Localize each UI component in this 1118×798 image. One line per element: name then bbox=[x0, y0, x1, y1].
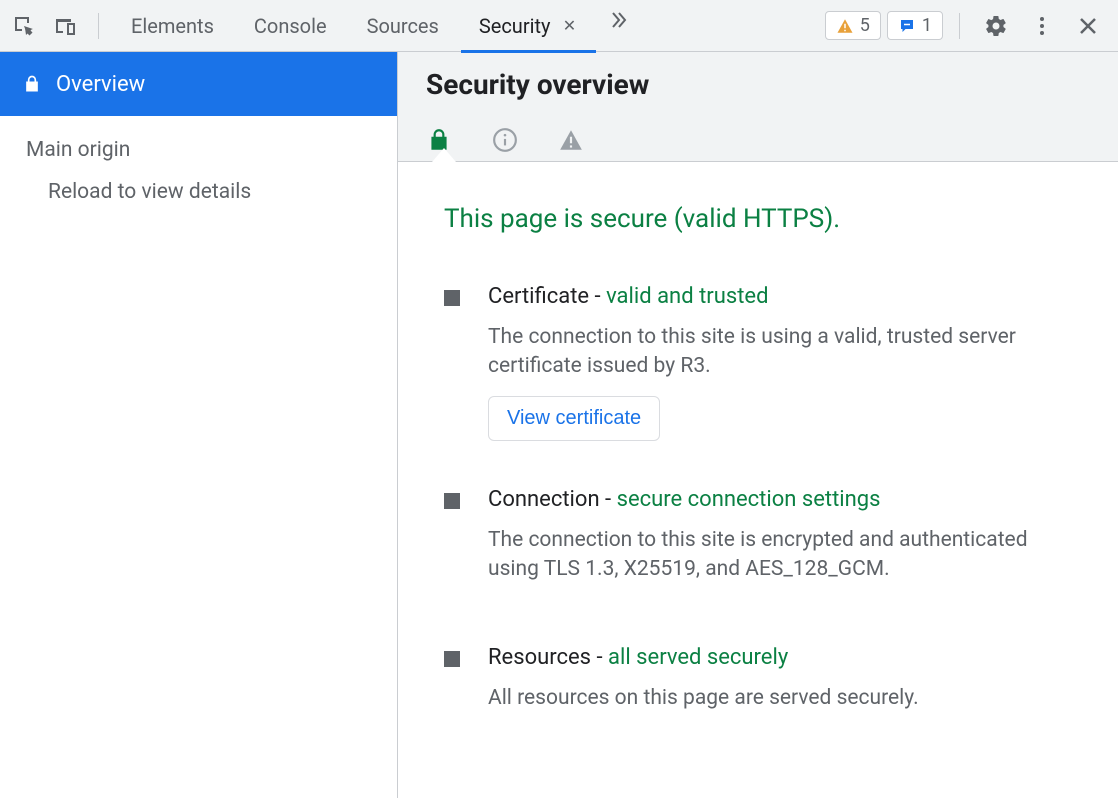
tab-console[interactable]: Console bbox=[234, 0, 347, 52]
bullet-icon bbox=[444, 493, 460, 509]
gear-icon[interactable] bbox=[976, 6, 1016, 46]
kebab-menu-icon[interactable] bbox=[1022, 6, 1062, 46]
page-title: Security overview bbox=[426, 68, 1090, 101]
security-main: Security overview This page is secure (v… bbox=[398, 52, 1118, 798]
sidebar-item-label: Overview bbox=[56, 72, 145, 97]
sidebar-item-overview[interactable]: Overview bbox=[0, 52, 397, 116]
devtools-toolbar: Elements Console Sources Security ✕ 5 1 bbox=[0, 0, 1118, 52]
toolbar-divider bbox=[98, 13, 99, 39]
warning-icon[interactable] bbox=[558, 127, 584, 153]
devtools-tabs: Elements Console Sources Security ✕ bbox=[111, 0, 638, 52]
section-connection: Connection - secure connection settings … bbox=[444, 487, 1072, 599]
security-headline: This page is secure (valid HTTPS). bbox=[444, 204, 1072, 234]
connection-desc: The connection to this site is encrypted… bbox=[488, 526, 1072, 585]
select-element-icon[interactable] bbox=[4, 6, 44, 46]
view-certificate-button[interactable]: View certificate bbox=[488, 396, 660, 441]
sidebar-heading-main-origin: Main origin bbox=[0, 116, 397, 170]
certificate-desc: The connection to this site is using a v… bbox=[488, 323, 1072, 382]
certificate-title: Certificate - valid and trusted bbox=[488, 284, 1072, 309]
close-devtools-icon[interactable] bbox=[1068, 6, 1108, 46]
selected-indicator bbox=[432, 148, 456, 162]
resources-title: Resources - all served securely bbox=[488, 645, 1072, 670]
close-icon[interactable]: ✕ bbox=[560, 17, 578, 35]
section-certificate: Certificate - valid and trusted The conn… bbox=[444, 284, 1072, 441]
security-overview-header: Security overview bbox=[398, 52, 1118, 162]
warnings-badge[interactable]: 5 bbox=[825, 11, 881, 40]
security-sidebar: Overview Main origin Reload to view deta… bbox=[0, 52, 398, 798]
issues-badge[interactable]: 1 bbox=[887, 11, 943, 40]
issues-count: 1 bbox=[922, 15, 932, 36]
info-icon[interactable] bbox=[492, 127, 518, 153]
warnings-count: 5 bbox=[860, 15, 870, 36]
toolbar-divider bbox=[959, 13, 960, 39]
device-toggle-icon[interactable] bbox=[46, 6, 86, 46]
connection-title: Connection - secure connection settings bbox=[488, 487, 1072, 512]
sidebar-item-reload-hint[interactable]: Reload to view details bbox=[0, 170, 397, 214]
tab-sources[interactable]: Sources bbox=[347, 0, 459, 52]
section-resources: Resources - all served securely All reso… bbox=[444, 645, 1072, 727]
tab-elements[interactable]: Elements bbox=[111, 0, 234, 52]
bullet-icon bbox=[444, 290, 460, 306]
resources-desc: All resources on this page are served se… bbox=[488, 684, 1072, 713]
tab-security-label: Security bbox=[479, 14, 551, 38]
lock-icon bbox=[22, 74, 42, 94]
bullet-icon bbox=[444, 651, 460, 667]
tab-security[interactable]: Security ✕ bbox=[459, 0, 599, 52]
security-state-icons bbox=[426, 119, 1090, 161]
more-tabs-icon[interactable] bbox=[598, 0, 638, 40]
